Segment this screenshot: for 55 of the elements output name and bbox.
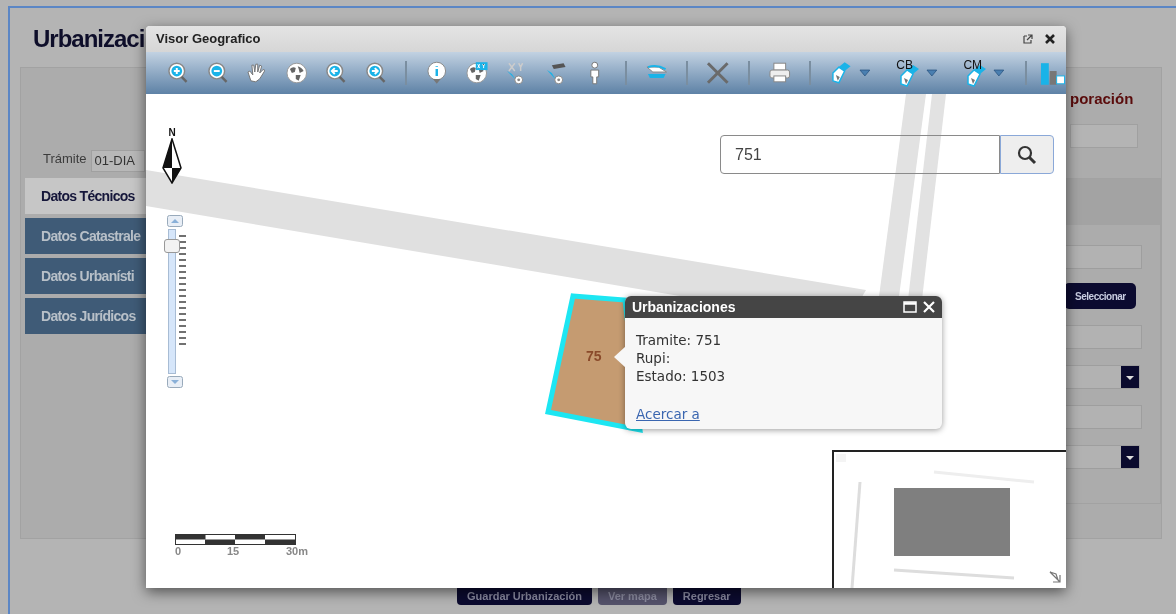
popup-title: Urbanizaciones [632, 297, 737, 317]
tab[interactable]: Datos Catastrale [25, 218, 149, 254]
section-title: poración [1070, 89, 1135, 109]
close-icon[interactable] [1044, 33, 1056, 45]
page-title: Urbanizaci [33, 24, 145, 54]
input-field[interactable] [1064, 325, 1143, 349]
zoom-to-link[interactable]: Acercar a [636, 405, 700, 423]
tool-label: CB [896, 57, 913, 74]
caret-icon[interactable] [858, 69, 871, 77]
back-icon[interactable] [324, 61, 348, 85]
popup-text: Tramite: 751 [636, 331, 723, 349]
field-label: Trámite [43, 149, 87, 168]
print-icon[interactable] [767, 61, 792, 85]
maximize-icon[interactable] [903, 301, 917, 313]
tool-label: CM [963, 57, 983, 74]
caret-icon[interactable] [925, 69, 938, 77]
tab[interactable]: Datos Urbanísti [25, 258, 149, 294]
input-field[interactable] [1064, 245, 1143, 269]
map-label: 75 [586, 347, 602, 366]
legend-icon[interactable] [1038, 61, 1066, 85]
input-field[interactable] [1070, 123, 1138, 148]
tab[interactable]: Datos Técnicos [25, 178, 149, 214]
popup-text: Estado: 1503 [636, 367, 727, 385]
zoom-out-icon[interactable] [205, 61, 230, 85]
scale-label: 30m [286, 545, 309, 557]
slider-thumb[interactable] [164, 239, 180, 254]
draw-tool-button[interactable]: CM [961, 58, 991, 88]
input-field[interactable] [1064, 405, 1143, 429]
info-icon[interactable] [425, 61, 449, 85]
scale-label: 15 [227, 545, 240, 557]
pen-icon[interactable] [829, 61, 853, 85]
dropdown[interactable] [1064, 445, 1141, 469]
scale-label: 0 [175, 545, 182, 557]
search-icon [1017, 144, 1037, 165]
search-field[interactable]: 751 [720, 135, 1000, 174]
popup-pointer [614, 346, 626, 368]
map-canvas[interactable]: 75 N 751 0 15 30m Urbanizaciones Tramite: 751 Rupi: Estado: 1503 Acercar a [146, 94, 1066, 588]
clear-icon[interactable] [706, 61, 730, 85]
globe-icon[interactable] [284, 61, 309, 85]
window-title: Visor Geografico [156, 30, 262, 49]
dropdown[interactable] [1064, 365, 1141, 389]
north-arrow-icon [161, 138, 183, 184]
input-field[interactable]: 01-DIA [90, 150, 145, 172]
forward-icon[interactable] [363, 61, 388, 85]
select-button[interactable]: Seleccionar [1064, 283, 1137, 309]
tab[interactable]: Datos Jurídicos [25, 298, 149, 334]
caret-icon[interactable] [992, 69, 1005, 77]
popup-text: Rupi: [636, 349, 672, 367]
globe-coordinates-icon[interactable] [464, 61, 489, 85]
draw-tool-button[interactable]: CB [894, 58, 924, 88]
north-label: N [168, 128, 176, 138]
search-button[interactable] [1000, 135, 1054, 174]
zoom-in-icon[interactable] [166, 61, 190, 85]
popout-icon[interactable] [1022, 33, 1034, 45]
resize-icon[interactable] [1048, 570, 1064, 584]
